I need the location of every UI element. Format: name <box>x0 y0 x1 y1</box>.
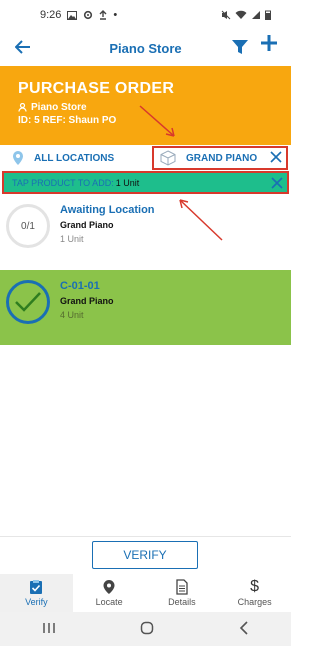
status-bar: 9:26 • <box>0 0 291 30</box>
clipboard-check-icon <box>30 580 43 594</box>
clear-product-filter-button[interactable] <box>270 150 282 168</box>
completed-check-icon <box>6 280 50 324</box>
nav-charges[interactable]: $ Charges <box>218 574 291 612</box>
location-pin-icon <box>13 151 23 165</box>
person-icon <box>18 103 27 112</box>
image-icon <box>67 10 78 20</box>
status-time: 9:26 <box>40 9 62 21</box>
signal-icon <box>252 11 260 19</box>
filter-row: ALL LOCATIONS GRAND PIANO <box>0 145 291 171</box>
plus-icon <box>261 35 277 51</box>
item-location: C-01-01 <box>60 280 100 292</box>
nav-locate[interactable]: Locate <box>73 574 146 612</box>
mute-icon <box>221 10 231 20</box>
list-item[interactable]: C-01-01 Grand Piano 4 Unit <box>0 270 291 345</box>
item-product: Grand Piano <box>60 220 114 230</box>
item-product: Grand Piano <box>60 296 114 306</box>
nav-locate-label: Locate <box>95 597 123 607</box>
filter-button[interactable] <box>229 36 253 60</box>
location-pin-icon <box>103 580 115 594</box>
nav-details-label: Details <box>168 597 196 607</box>
list-item[interactable]: 0/1 Awaiting Location Grand Piano 1 Unit <box>0 194 291 270</box>
nav-charges-label: Charges <box>237 597 272 607</box>
home-icon <box>141 621 154 634</box>
upload-icon <box>99 10 107 20</box>
battery-icon <box>265 10 271 20</box>
product-filter[interactable]: GRAND PIANO <box>152 146 288 170</box>
add-button[interactable] <box>255 32 283 60</box>
android-nav-bar <box>0 612 291 646</box>
box-icon <box>160 150 176 166</box>
annotation-arrow-bottom <box>179 199 223 241</box>
progress-circle: 0/1 <box>6 204 50 248</box>
order-title: PURCHASE ORDER <box>18 80 175 97</box>
tap-product-bar: TAP PRODUCT TO ADD: 1 Unit <box>2 171 289 194</box>
item-location: Awaiting Location <box>60 204 155 216</box>
nav-verify[interactable]: Verify <box>0 574 73 612</box>
recent-apps-button[interactable] <box>42 621 56 637</box>
recent-apps-icon <box>43 623 55 633</box>
nav-verify-label: Verify <box>25 597 48 607</box>
dollar-icon: $ <box>250 578 260 595</box>
nav-details[interactable]: Details <box>146 574 219 612</box>
bottom-nav: Verify Locate Details $ Charges <box>0 574 291 612</box>
top-bar: Piano Store <box>0 30 291 66</box>
chevron-left-icon <box>239 620 248 635</box>
all-locations-filter[interactable]: ALL LOCATIONS <box>12 145 114 171</box>
tap-product-label: TAP PRODUCT TO ADD: <box>12 177 114 188</box>
home-button[interactable] <box>140 621 154 638</box>
verify-area: VERIFY <box>0 536 291 574</box>
gear-icon <box>84 10 93 20</box>
wifi-icon <box>235 10 247 19</box>
tap-product-value: 1 Unit <box>115 177 140 188</box>
product-filter-label: GRAND PIANO <box>186 152 258 164</box>
verify-button[interactable]: VERIFY <box>92 541 198 569</box>
close-icon <box>271 177 283 189</box>
back-nav-button[interactable] <box>239 620 249 638</box>
filter-icon <box>232 40 248 54</box>
item-quantity: 4 Unit <box>60 310 84 320</box>
item-quantity: 1 Unit <box>60 234 84 244</box>
order-store-name: Piano Store <box>31 102 87 113</box>
clear-tap-bar-button[interactable] <box>271 173 283 194</box>
annotation-arrow-top <box>139 105 175 137</box>
close-icon <box>270 151 282 163</box>
document-icon <box>176 579 188 595</box>
dot-icon: • <box>113 9 118 21</box>
all-locations-label: ALL LOCATIONS <box>34 152 115 164</box>
